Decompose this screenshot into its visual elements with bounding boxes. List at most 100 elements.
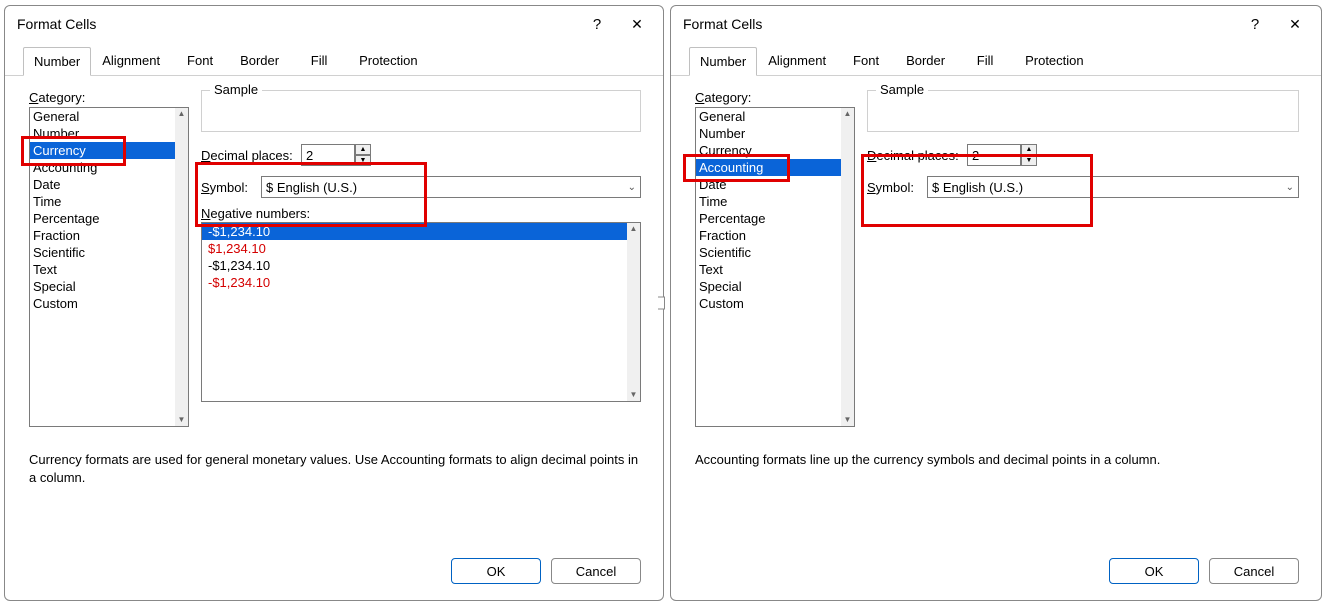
tab-fill[interactable]: Fill	[290, 46, 348, 75]
category-item-custom[interactable]: Custom	[30, 295, 175, 312]
category-item-general[interactable]: General	[696, 108, 841, 125]
category-item-text[interactable]: Text	[30, 261, 175, 278]
scroll-down-icon[interactable]: ▼	[844, 416, 852, 424]
category-item-time[interactable]: Time	[30, 193, 175, 210]
button-row: OK Cancel	[5, 558, 663, 600]
tab-strip: Number Alignment Font Border Fill Protec…	[671, 46, 1321, 76]
category-list[interactable]: General Number Currency Accounting Date …	[695, 107, 855, 427]
decimal-places-stepper[interactable]: ▲ ▼	[301, 144, 371, 166]
titlebar: Format Cells ? ✕	[671, 6, 1321, 42]
sample-box: Sample	[867, 90, 1299, 132]
category-item-special[interactable]: Special	[30, 278, 175, 295]
category-item-accounting[interactable]: Accounting	[696, 159, 841, 176]
sample-label: Sample	[210, 82, 262, 97]
category-scrollbar[interactable]: ▲ ▼	[841, 108, 854, 426]
symbol-select[interactable]: $ English (U.S.) ⌄	[927, 176, 1299, 198]
category-item-scientific[interactable]: Scientific	[30, 244, 175, 261]
tab-border[interactable]: Border	[229, 46, 290, 75]
category-item-currency[interactable]: Currency	[696, 142, 841, 159]
titlebar: Format Cells ? ✕	[5, 6, 663, 42]
category-item-number[interactable]: Number	[30, 125, 175, 142]
sample-label: Sample	[876, 82, 928, 97]
format-cells-dialog-right: Format Cells ? ✕ Number Alignment Font B…	[670, 5, 1322, 601]
symbol-select[interactable]: $ English (U.S.) ⌄	[261, 176, 641, 198]
category-item-date[interactable]: Date	[30, 176, 175, 193]
category-item-special[interactable]: Special	[696, 278, 841, 295]
spin-down-icon[interactable]: ▼	[1021, 155, 1037, 166]
dialog-title: Format Cells	[683, 16, 1235, 32]
tab-font[interactable]: Font	[837, 46, 895, 75]
format-cells-dialog-left: Format Cells ? ✕ Number Alignment Font B…	[4, 5, 664, 601]
scroll-up-icon[interactable]: ▲	[844, 110, 852, 118]
tab-border[interactable]: Border	[895, 46, 956, 75]
tab-alignment[interactable]: Alignment	[757, 46, 837, 75]
category-item-accounting[interactable]: Accounting	[30, 159, 175, 176]
category-list[interactable]: General Number Currency Accounting Date …	[29, 107, 189, 427]
decimal-places-input[interactable]	[967, 144, 1021, 166]
category-item-percentage[interactable]: Percentage	[696, 210, 841, 227]
category-label: Category:	[695, 90, 855, 105]
symbol-label: Symbol:	[867, 180, 927, 195]
close-icon[interactable]: ✕	[617, 16, 657, 33]
symbol-value: $ English (U.S.)	[266, 180, 357, 195]
dialog-body: Category: General Number Currency Accoun…	[671, 76, 1321, 558]
decimal-places-label: Decimal places:	[201, 148, 301, 163]
decimal-places-label: Decimal places:	[867, 148, 967, 163]
description-text: Accounting formats line up the currency …	[695, 451, 1299, 469]
chevron-down-icon: ⌄	[628, 182, 636, 193]
scroll-up-icon[interactable]: ▲	[630, 225, 638, 233]
help-icon[interactable]: ?	[1235, 16, 1275, 33]
ok-button[interactable]: OK	[1109, 558, 1199, 584]
description-text: Currency formats are used for general mo…	[29, 451, 641, 486]
category-item-fraction[interactable]: Fraction	[696, 227, 841, 244]
tab-font[interactable]: Font	[171, 46, 229, 75]
neg-item-1[interactable]: $1,234.10	[202, 240, 627, 257]
tab-number[interactable]: Number	[689, 47, 757, 76]
neg-item-0[interactable]: -$1,234.10	[202, 223, 627, 240]
category-scrollbar[interactable]: ▲ ▼	[175, 108, 188, 426]
category-item-custom[interactable]: Custom	[696, 295, 841, 312]
spin-up-icon[interactable]: ▲	[355, 144, 371, 155]
category-item-date[interactable]: Date	[696, 176, 841, 193]
negative-numbers-label: Negative numbers:	[201, 206, 641, 221]
category-item-general[interactable]: General	[30, 108, 175, 125]
scroll-up-icon[interactable]: ▲	[178, 110, 186, 118]
category-item-number[interactable]: Number	[696, 125, 841, 142]
chevron-down-icon: ⌄	[1286, 182, 1294, 193]
decimal-places-input[interactable]	[301, 144, 355, 166]
category-item-time[interactable]: Time	[696, 193, 841, 210]
neg-scrollbar[interactable]: ▲ ▼	[627, 223, 640, 401]
spin-up-icon[interactable]: ▲	[1021, 144, 1037, 155]
symbol-value: $ English (U.S.)	[932, 180, 1023, 195]
category-item-scientific[interactable]: Scientific	[696, 244, 841, 261]
scroll-down-icon[interactable]: ▼	[178, 416, 186, 424]
tab-alignment[interactable]: Alignment	[91, 46, 171, 75]
dialog-body: Category: General Number Currency Accoun…	[5, 76, 663, 558]
close-icon[interactable]: ✕	[1275, 16, 1315, 33]
dialog-edge-notch	[658, 297, 665, 310]
category-item-percentage[interactable]: Percentage	[30, 210, 175, 227]
tab-fill[interactable]: Fill	[956, 46, 1014, 75]
help-icon[interactable]: ?	[577, 16, 617, 33]
symbol-label: Symbol:	[201, 180, 261, 195]
category-item-fraction[interactable]: Fraction	[30, 227, 175, 244]
cancel-button[interactable]: Cancel	[1209, 558, 1299, 584]
dialog-title: Format Cells	[17, 16, 577, 32]
neg-item-3[interactable]: -$1,234.10	[202, 274, 627, 291]
decimal-places-stepper[interactable]: ▲ ▼	[967, 144, 1037, 166]
cancel-button[interactable]: Cancel	[551, 558, 641, 584]
category-item-currency[interactable]: Currency	[30, 142, 175, 159]
tab-number[interactable]: Number	[23, 47, 91, 76]
spin-down-icon[interactable]: ▼	[355, 155, 371, 166]
button-row: OK Cancel	[671, 558, 1321, 600]
category-label: Category:	[29, 90, 189, 105]
tab-protection[interactable]: Protection	[348, 46, 429, 75]
neg-item-2[interactable]: -$1,234.10	[202, 257, 627, 274]
scroll-down-icon[interactable]: ▼	[630, 391, 638, 399]
negative-numbers-list[interactable]: -$1,234.10 $1,234.10 -$1,234.10 -$1,234.…	[201, 222, 641, 402]
tab-protection[interactable]: Protection	[1014, 46, 1095, 75]
ok-button[interactable]: OK	[451, 558, 541, 584]
category-item-text[interactable]: Text	[696, 261, 841, 278]
sample-box: Sample	[201, 90, 641, 132]
tab-strip: Number Alignment Font Border Fill Protec…	[5, 46, 663, 76]
